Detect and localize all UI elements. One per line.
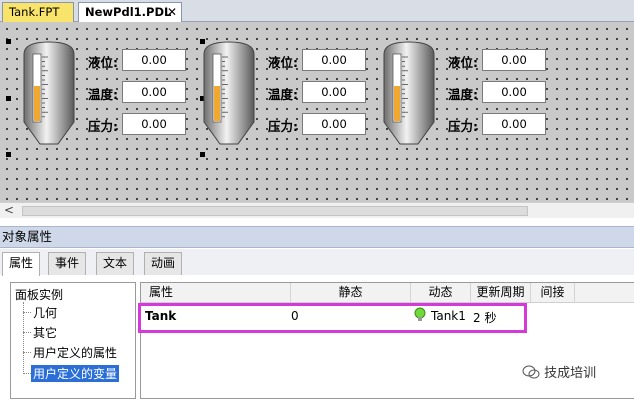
tab-animation[interactable]: 动画 (144, 252, 183, 275)
level-bar (34, 86, 40, 121)
tank-graphic (383, 41, 435, 145)
field-label: 液位: (448, 55, 478, 70)
value-field[interactable]: 0.00 (482, 49, 546, 71)
field-label: 温度: (448, 87, 478, 102)
property-tabs: 属性 事件 文本 动画 (0, 249, 634, 276)
tree-item-user-variables[interactable]: 用户定义的变量 (31, 365, 120, 382)
value-field[interactable]: 0.00 (302, 113, 366, 135)
column-header-dynamic[interactable]: 动态 (411, 283, 471, 303)
value-field[interactable]: 0.00 (122, 49, 186, 71)
selection-handle[interactable] (200, 152, 205, 157)
column-header-static[interactable]: 静态 (291, 283, 411, 303)
tab-label: NewPdl1.PDL (85, 5, 172, 19)
grid-header: 属性 静态 动态 更新周期 间接 (141, 283, 634, 303)
tab-newpdl1-pdl[interactable]: NewPdl1.PDL ✕ (78, 2, 182, 22)
properties-title: 对象属性 (0, 226, 634, 248)
design-canvas[interactable]: 液位: 0.00 温度: 0.00 压力: 0.00 液位: 0.00 温度: 0.00 压力: 0.… (0, 22, 634, 202)
property-tree: 面板实例 几何 其它 用户定义的属性 用户定义的变量 (10, 282, 136, 399)
tank-graphic (23, 41, 75, 145)
tree-item-other[interactable]: 其它 (33, 324, 57, 341)
highlight-annotation (138, 303, 527, 333)
field-label: 压力: (88, 119, 118, 134)
field-label: 压力: (448, 119, 478, 134)
field-label: 压力: (268, 119, 298, 134)
value-field[interactable]: 0.00 (122, 113, 186, 135)
column-header-update-cycle[interactable]: 更新周期 (471, 283, 531, 303)
value-field[interactable]: 0.00 (482, 113, 546, 135)
value-field[interactable]: 0.00 (122, 81, 186, 103)
column-header-indirect[interactable]: 间接 (531, 283, 575, 303)
field-label: 温度: (88, 87, 118, 102)
field-label: 液位: (268, 55, 298, 70)
tab-properties[interactable]: 属性 (2, 252, 41, 276)
tab-label: Tank.FPT (9, 5, 60, 19)
wechat-icon (522, 365, 540, 379)
value-field[interactable]: 0.00 (302, 81, 366, 103)
tree-root-panel-instance[interactable]: 面板实例 (15, 286, 63, 303)
selection-handle[interactable] (6, 96, 11, 101)
selection-handle[interactable] (6, 39, 11, 44)
watermark-text: 技成培训 (544, 366, 597, 381)
document-tab-bar: Tank.FPT NewPdl1.PDL ✕ (0, 0, 634, 22)
value-field[interactable]: 0.00 (302, 49, 366, 71)
property-grid: 属性 静态 动态 更新周期 间接 Tank 0 Tank1 2 秒 (140, 282, 634, 399)
field-label: 液位: (88, 55, 118, 70)
horizontal-scrollbar[interactable]: < (0, 202, 634, 218)
tree-item-user-properties[interactable]: 用户定义的属性 (33, 344, 117, 361)
scroll-left-icon[interactable]: < (4, 203, 14, 218)
column-header-property[interactable]: 属性 (141, 283, 291, 303)
level-bar (394, 86, 400, 121)
close-icon[interactable]: ✕ (167, 3, 177, 22)
tab-text[interactable]: 文本 (96, 252, 135, 275)
app-window: Tank.FPT NewPdl1.PDL ✕ 液位: 0.00 温度: 0.00 压力:… (0, 0, 634, 401)
field-label: 温度: (268, 87, 298, 102)
scroll-thumb[interactable] (22, 206, 528, 216)
tank-graphic (203, 41, 255, 145)
tab-events[interactable]: 事件 (48, 252, 87, 275)
level-bar (214, 86, 220, 121)
watermark: 技成培训 (522, 362, 596, 381)
tab-tank-fpt[interactable]: Tank.FPT (2, 2, 74, 22)
value-field[interactable]: 0.00 (482, 81, 546, 103)
selection-handle[interactable] (6, 152, 11, 157)
tree-item-geometry[interactable]: 几何 (33, 304, 57, 321)
